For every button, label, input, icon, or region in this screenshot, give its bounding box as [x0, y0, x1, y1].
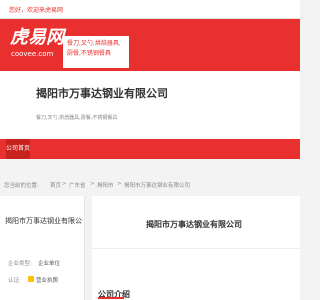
- company-banner: 揭阳市万事达钢业有限公司 餐刀,叉勺,烘焙器具,厨餐,不锈钢餐具: [0, 71, 300, 139]
- main-company-title: 揭阳市万事达钢业有限公司: [146, 220, 242, 229]
- auth-label: 认证:: [8, 278, 21, 284]
- company-nav: 公司首页: [0, 139, 300, 159]
- divider: [92, 248, 300, 249]
- keyword-tagline: 餐刀,叉勺,烘焙器具,厨餐,不锈钢餐具: [63, 36, 129, 68]
- breadcrumb-current: 揭阳市万事达钢业有限公司: [124, 183, 191, 189]
- breadcrumb-city[interactable]: 揭阳市: [97, 181, 114, 189]
- license-badge-icon: [28, 276, 34, 282]
- logo-domain: coovee.com: [11, 50, 54, 58]
- auth-value: 营业执照: [36, 278, 59, 284]
- site-logo[interactable]: 虎易网 coovee.com: [10, 28, 64, 62]
- intro-underline: [98, 297, 124, 299]
- site-header: 虎易网 coovee.com 餐刀,叉勺,烘焙器具,厨餐,不锈钢餐具: [0, 19, 300, 71]
- breadcrumb-separator: >: [117, 181, 122, 187]
- tab-company-home[interactable]: 公司首页: [6, 139, 30, 159]
- company-name: 揭阳市万事达钢业有限公司: [36, 87, 168, 100]
- breadcrumb: 您当前的位置: 首页 > 广东省 > 揭阳市 > 揭阳市万事达钢业有限公司: [0, 178, 300, 192]
- top-notice-bar: 您好，欢迎来虎易网: [0, 0, 300, 19]
- breadcrumb-province[interactable]: 广东省: [69, 181, 86, 189]
- breadcrumb-prefix: 您当前的位置:: [4, 183, 39, 189]
- main-content: 揭阳市万事达钢业有限公司 公司介绍: [92, 196, 300, 300]
- company-products: 餐刀,叉勺,烘焙器具,厨餐,不锈钢餐具: [36, 115, 118, 121]
- enterprise-type-value: 企业单位: [38, 261, 61, 267]
- company-sidebar: 揭阳市万事达钢业有限公司 企业类型: 企业单位 认证: 营业执照: [0, 196, 85, 300]
- breadcrumb-separator: >: [90, 181, 95, 187]
- breadcrumb-separator: >: [62, 181, 67, 187]
- sidebar-company-name[interactable]: 揭阳市万事达钢业有限公司: [5, 216, 83, 226]
- breadcrumb-home[interactable]: 首页: [50, 181, 61, 189]
- welcome-text[interactable]: 您好，欢迎来虎易网: [9, 5, 63, 14]
- logo-text: 虎易网: [10, 27, 64, 48]
- enterprise-type-label: 企业类型:: [8, 261, 32, 267]
